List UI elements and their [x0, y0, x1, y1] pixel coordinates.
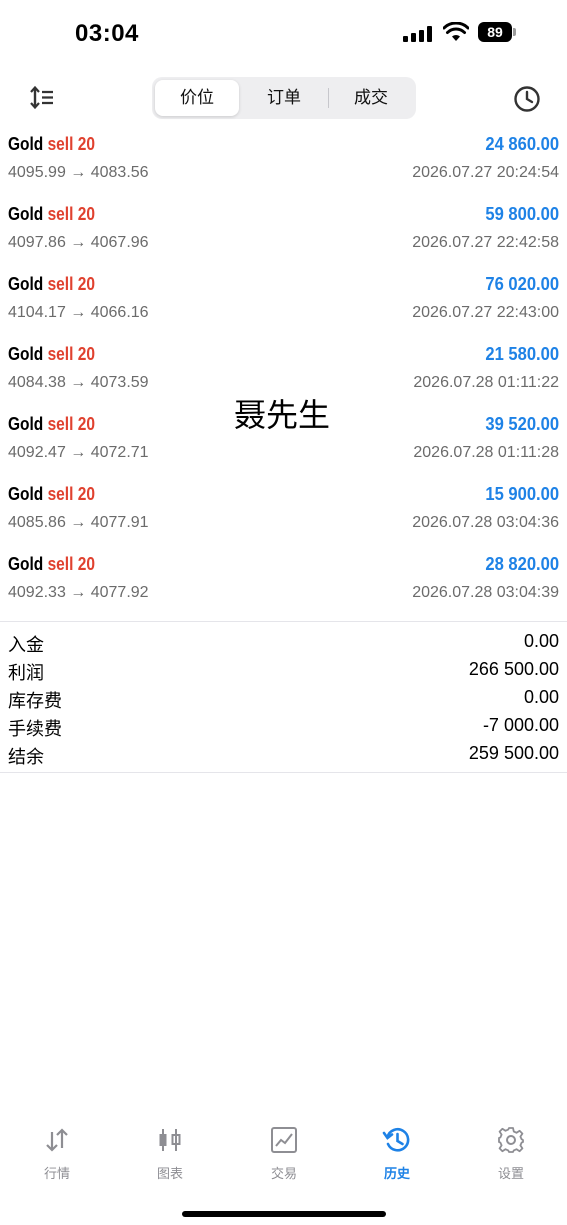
deal-profit: 39 520.00 [485, 414, 559, 434]
tab-label: 设置 [497, 1166, 524, 1181]
sort-icon[interactable] [28, 85, 56, 111]
battery-icon: 89 [478, 22, 518, 42]
deals-list: Gold sell 20 24 860.00 4095.99 → 4083.56… [0, 130, 567, 620]
deal-profit: 21 580.00 [485, 344, 559, 364]
deal-row[interactable]: Gold sell 20 15 900.00 4085.86 → 4077.91… [0, 480, 567, 550]
tab-label: 图表 [156, 1166, 183, 1181]
tab-trade[interactable]: 交易 [244, 1125, 324, 1185]
deal-prices: 4092.33 → 4077.92 [8, 584, 149, 601]
deal-row[interactable]: Gold sell 20 28 820.00 4092.33 → 4077.92… [0, 550, 567, 620]
segment-divider [328, 88, 329, 108]
gear-icon [498, 1127, 524, 1153]
summary-value: -7 000.00 [482, 715, 559, 735]
deal-symbol: Gold sell 20 [8, 344, 95, 364]
deal-profit: 76 020.00 [485, 274, 559, 294]
candlestick-chart-icon [159, 1129, 181, 1151]
summary-swap-row: 库存费 0.00 [0, 685, 567, 713]
deal-row[interactable]: Gold sell 20 24 860.00 4095.99 → 4083.56… [0, 130, 567, 200]
summary-label: 入金 [8, 635, 44, 655]
segment-deals[interactable]: 成交 [329, 80, 413, 116]
summary-value: 0.00 [523, 687, 559, 707]
summary-label: 手续费 [8, 719, 62, 739]
deal-prices: 4097.86 → 4067.96 [8, 234, 149, 251]
deal-row[interactable]: Gold sell 20 59 800.00 4097.86 → 4067.96… [0, 200, 567, 270]
deal-profit: 24 860.00 [485, 134, 559, 154]
tab-label: 行情 [43, 1166, 70, 1181]
deal-symbol: Gold sell 20 [8, 554, 95, 574]
battery-level: 89 [478, 22, 512, 42]
tab-settings[interactable]: 设置 [471, 1125, 551, 1185]
deal-prices: 4104.17 → 4066.16 [8, 304, 149, 321]
tab-quotes[interactable]: 行情 [17, 1125, 97, 1185]
deal-symbol: Gold sell 20 [8, 414, 95, 434]
deal-profit: 59 800.00 [485, 204, 559, 224]
cellular-signal-icon [403, 26, 435, 42]
deal-row[interactable]: Gold sell 20 76 020.00 4104.17 → 4066.16… [0, 270, 567, 340]
bottom-tab-bar: 行情 图表 交易 历史 设置 [0, 1125, 567, 1185]
summary-value: 259 500.00 [468, 743, 559, 763]
deal-time: 2026.07.28 03:04:39 [412, 584, 559, 601]
deal-profit: 28 820.00 [485, 554, 559, 574]
trade-chart-icon [271, 1127, 297, 1153]
watermark-text: 聂先生 [234, 397, 331, 433]
deal-time: 2026.07.28 01:11:28 [413, 444, 559, 461]
history-screen: 03:04 89 价位 订单 成交 Gold sell 20 24 860.00… [0, 0, 567, 1225]
tab-chart[interactable]: 图表 [130, 1125, 210, 1185]
summary-value: 0.00 [523, 631, 559, 651]
summary-label: 结余 [8, 747, 44, 767]
history-icon [382, 1128, 410, 1152]
deal-prices: 4095.99 → 4083.56 [8, 164, 149, 181]
status-bar: 03:04 89 [0, 0, 567, 70]
deal-prices: 4092.47 → 4072.71 [8, 444, 149, 461]
wifi-icon [443, 22, 469, 41]
summary-value: 266 500.00 [468, 659, 559, 679]
summary-balance-row: 结余 259 500.00 [0, 741, 567, 769]
deal-profit: 15 900.00 [485, 484, 559, 504]
deal-time: 2026.07.27 20:24:54 [412, 164, 559, 181]
clock-icon[interactable] [512, 84, 542, 114]
summary-deposit-row: 入金 0.00 [0, 629, 567, 657]
deal-symbol: Gold sell 20 [8, 274, 95, 294]
summary-label: 利润 [8, 663, 44, 683]
deal-time: 2026.07.28 01:11:22 [413, 374, 559, 391]
deal-time: 2026.07.27 22:42:58 [412, 234, 559, 251]
deal-time: 2026.07.28 03:04:36 [412, 514, 559, 531]
deal-symbol: Gold sell 20 [8, 134, 95, 154]
segment-orders[interactable]: 订单 [242, 80, 326, 116]
tab-history[interactable]: 历史 [357, 1125, 437, 1185]
deal-prices: 4084.38 → 4073.59 [8, 374, 149, 391]
deal-symbol: Gold sell 20 [8, 204, 95, 224]
summary-profit-row: 利润 266 500.00 [0, 657, 567, 685]
view-segmented-control: 价位 订单 成交 [152, 77, 416, 119]
deal-time: 2026.07.27 22:43:00 [412, 304, 559, 321]
deal-symbol: Gold sell 20 [8, 484, 95, 504]
tab-label: 历史 [383, 1166, 410, 1181]
quotes-arrows-icon [46, 1128, 68, 1152]
status-time: 03:04 [75, 20, 139, 47]
deal-prices: 4085.86 → 4077.91 [8, 514, 149, 531]
tab-label: 交易 [270, 1166, 297, 1181]
summary-label: 库存费 [8, 691, 62, 711]
summary-commission-row: 手续费 -7 000.00 [0, 713, 567, 741]
account-summary: 入金 0.00 利润 266 500.00 库存费 0.00 手续费 -7 00… [0, 621, 567, 773]
top-toolbar: 价位 订单 成交 [0, 76, 567, 122]
home-indicator [182, 1211, 386, 1217]
segment-positions[interactable]: 价位 [155, 80, 239, 116]
